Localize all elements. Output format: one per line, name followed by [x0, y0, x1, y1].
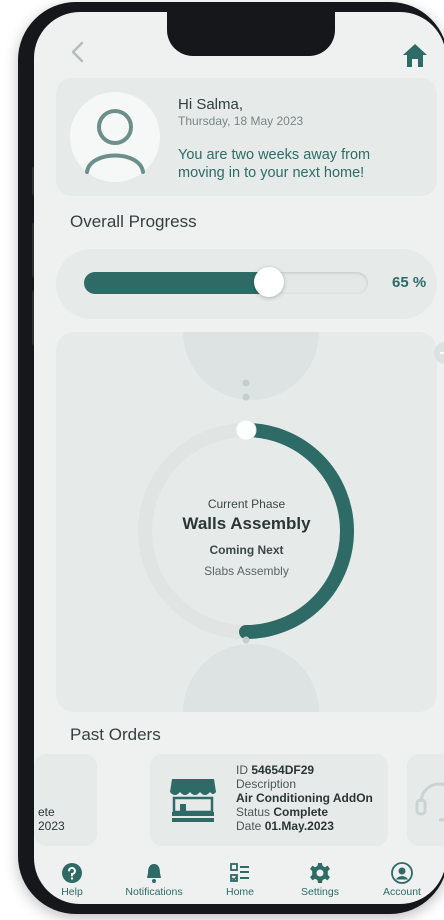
order-card-next[interactable]	[407, 754, 444, 846]
previous-phase-node	[183, 332, 319, 400]
help-icon	[62, 863, 82, 883]
phase-ring-knob[interactable]	[235, 419, 257, 441]
order-date-value: 01.May.2023	[264, 819, 334, 833]
app-screen: Hi Salma, Thursday, 18 May 2023 You are …	[34, 12, 444, 904]
order-status-fragment: ete	[38, 805, 55, 819]
tab-label: Account	[383, 886, 421, 898]
tab-account[interactable]: Account	[362, 862, 442, 898]
tab-bar: Help Notifications Home Settings Account	[34, 862, 444, 904]
user-icon	[391, 862, 413, 884]
notch	[167, 12, 335, 56]
tab-help[interactable]: Help	[34, 862, 112, 898]
past-orders-title: Past Orders	[70, 725, 161, 744]
tab-settings[interactable]: Settings	[280, 862, 360, 898]
order-date-label: Date	[236, 819, 262, 833]
phase-card: Current Phase Walls Assembly Coming Next…	[56, 332, 444, 712]
order-date-fragment: 2023	[38, 819, 65, 833]
progress-knob[interactable]	[254, 267, 284, 297]
order-card-previous[interactable]: ete 2023	[34, 754, 97, 846]
tab-label: Notifications	[125, 886, 183, 898]
greeting-title: Hi Salma,	[178, 96, 244, 113]
bell-icon	[147, 864, 161, 883]
greeting-date: Thursday, 18 May 2023	[178, 114, 304, 128]
connector-dot	[242, 379, 250, 387]
tab-label: Settings	[301, 886, 339, 898]
current-phase-label: Current Phase	[207, 497, 286, 511]
current-phase-value: Walls Assembly	[182, 514, 311, 533]
checklist-icon	[230, 863, 249, 882]
next-phase-node	[183, 644, 319, 712]
order-card[interactable]: ID 54654DF29 Description Air Conditionin…	[150, 754, 388, 846]
user-placeholder-icon	[85, 109, 145, 174]
progress-value: 65 %	[392, 274, 427, 291]
greeting-card: Hi Salma, Thursday, 18 May 2023 You are …	[56, 78, 437, 196]
connector-dot	[242, 636, 250, 644]
order-description-value: Air Conditioning AddOn	[236, 791, 373, 805]
tab-label: Home	[225, 886, 254, 898]
order-status-label: Status	[236, 805, 271, 819]
greeting-message: You are two weeks away from moving in to…	[178, 147, 371, 181]
plus-icon[interactable]	[434, 342, 444, 364]
order-id-value: 54654DF29	[251, 763, 315, 777]
tab-label: Help	[61, 886, 83, 898]
progress-bar[interactable]	[84, 267, 368, 297]
storefront-icon	[170, 779, 216, 822]
order-status-value: Complete	[273, 805, 329, 819]
home-icon[interactable]	[401, 42, 429, 68]
order-description-label: Description	[236, 777, 297, 791]
chevron-left-icon[interactable]	[68, 40, 88, 64]
progress-fill	[84, 272, 269, 294]
next-phase-label: Coming Next	[209, 543, 284, 557]
tab-notifications[interactable]: Notifications	[114, 862, 194, 898]
next-phase-value: Slabs Assembly	[204, 564, 289, 578]
progress-title: Overall Progress	[70, 212, 197, 231]
progress-card: 65 %	[56, 249, 437, 319]
gear-icon	[310, 863, 330, 883]
tab-home[interactable]: Home	[200, 862, 280, 898]
avatar[interactable]	[70, 92, 160, 182]
connector-dot	[242, 393, 250, 401]
order-id-label: ID	[236, 763, 248, 777]
headset-icon	[415, 782, 444, 822]
